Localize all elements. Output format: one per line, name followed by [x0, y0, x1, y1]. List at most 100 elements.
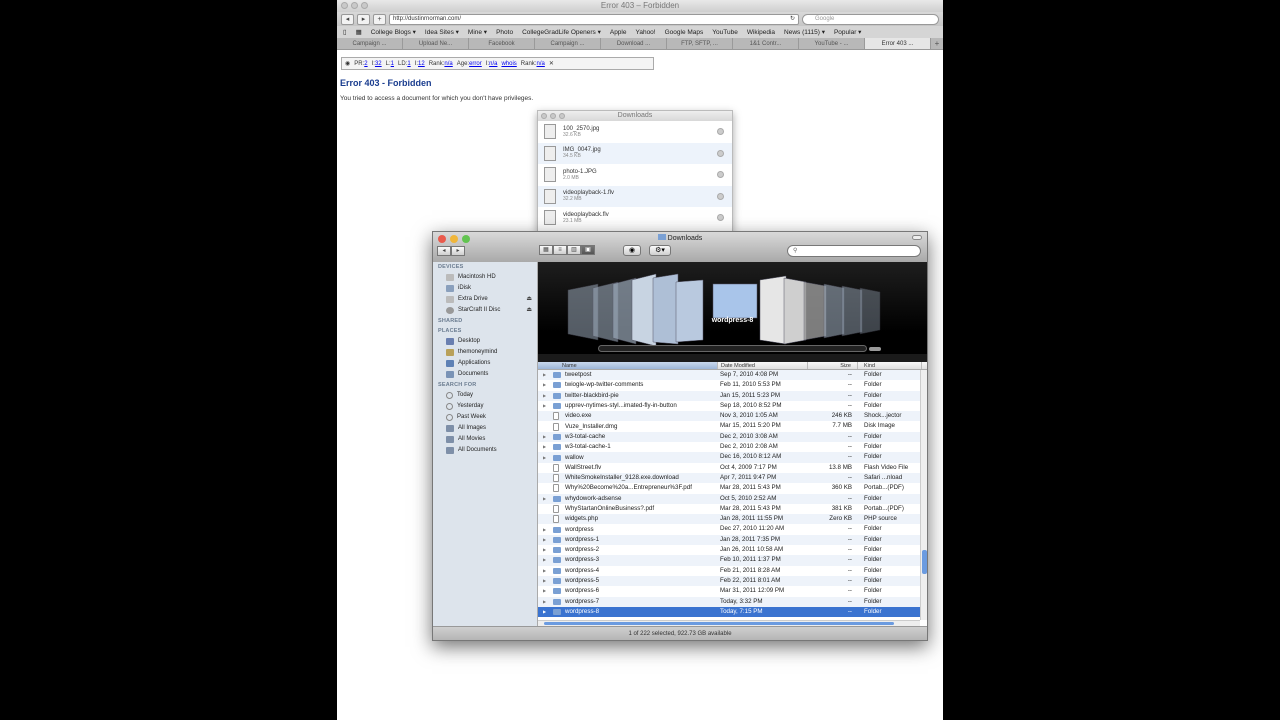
- minimize-icon[interactable]: [550, 113, 556, 119]
- bookmark-item[interactable]: Mine ▾: [468, 28, 487, 36]
- disclosure-triangle-icon[interactable]: ▶: [543, 370, 549, 380]
- sidebar-item[interactable]: Past Week: [433, 412, 537, 423]
- file-row[interactable]: ▶ wordpress-4 Feb 21, 2011 8:28 AM -- Folder: [538, 566, 927, 576]
- sidebar-item[interactable]: Macintosh HD: [433, 272, 537, 283]
- seo-metric-value[interactable]: 32: [375, 61, 382, 67]
- sidebar-item[interactable]: All Movies: [433, 434, 537, 445]
- sidebar-item[interactable]: Applications: [433, 358, 537, 369]
- seo-metric[interactable]: whois: [501, 61, 516, 67]
- file-row[interactable]: widgets.php Jan 28, 2011 11:55 PM Zero KB P…: [538, 514, 927, 525]
- seo-metric[interactable]: I:n/a: [486, 61, 498, 67]
- bookmark-item[interactable]: Wikipedia: [747, 29, 775, 36]
- disclosure-triangle-icon[interactable]: ▶: [543, 380, 549, 390]
- download-item[interactable]: videoplayback.flv 23.1 MB: [538, 207, 732, 229]
- bookmark-item[interactable]: Google Maps: [665, 29, 704, 36]
- forward-button[interactable]: ▸: [451, 246, 465, 256]
- file-row[interactable]: WallStreet.flv Oct 4, 2009 7:17 PM 13.8 MB…: [538, 463, 927, 473]
- file-row[interactable]: WhiteSmokeInstaller_9128.exe.download Apr…: [538, 472, 927, 484]
- reload-icon[interactable]: ↻: [790, 15, 795, 24]
- close-icon[interactable]: [541, 113, 547, 119]
- sidebar-item[interactable]: Today: [433, 390, 537, 401]
- disclosure-triangle-icon[interactable]: ▶: [543, 525, 549, 535]
- sidebar-item[interactable]: Desktop: [433, 336, 537, 347]
- download-item[interactable]: 100_2570.jpg 32.6 KB: [538, 121, 732, 143]
- file-row[interactable]: ▶ w3-total-cache-1 Dec 2, 2010 2:08 AM -- Fo…: [538, 442, 927, 452]
- bookmark-item[interactable]: Apple: [610, 29, 627, 36]
- browser-tab[interactable]: YouTube - ...: [799, 38, 865, 49]
- seo-metric[interactable]: Rank:n/a: [521, 61, 545, 67]
- disclosure-triangle-icon[interactable]: ▶: [543, 442, 549, 452]
- kind-column-header[interactable]: Kind: [858, 362, 922, 369]
- file-row[interactable]: ▶ twitter-blackbird-pie Jan 15, 2011 5:23 …: [538, 390, 927, 401]
- book-icon[interactable]: ▯: [343, 28, 347, 36]
- file-row[interactable]: ▶ wordpress-5 Feb 22, 2011 8:01 AM -- Folder: [538, 575, 927, 587]
- search-field[interactable]: Google: [802, 13, 939, 25]
- file-row[interactable]: ▶ wordpress-7 Today, 3:32 PM -- Folder: [538, 596, 927, 607]
- file-row[interactable]: Vuze_Installer.dmg Mar 15, 2011 5:20 PM 7.…: [538, 421, 927, 431]
- add-bookmark-button[interactable]: +: [373, 13, 386, 25]
- coverflow-scroll-thumb[interactable]: [869, 347, 881, 351]
- grid-icon[interactable]: ▦: [356, 28, 362, 36]
- disclosure-triangle-icon[interactable]: ▶: [543, 576, 549, 586]
- new-tab-button[interactable]: +: [931, 38, 943, 49]
- bookmark-item[interactable]: News (1115) ▾: [784, 28, 825, 36]
- disclosure-triangle-icon[interactable]: ▶: [543, 555, 549, 565]
- bookmark-item[interactable]: Popular ▾: [834, 28, 861, 36]
- coverflow-view[interactable]: wordpress-8: [538, 262, 927, 362]
- file-row[interactable]: ▶ whydowork-adsense Oct 5, 2010 2:52 AM -- F…: [538, 493, 927, 504]
- seo-metric[interactable]: I:32: [372, 61, 382, 67]
- seo-metric[interactable]: L:1: [386, 61, 394, 67]
- reveal-in-finder-icon[interactable]: [717, 214, 724, 221]
- seo-metric[interactable]: Rank:n/a: [429, 61, 453, 67]
- file-row[interactable]: ▶ wordpress-3 Feb 10, 2011 1:37 PM -- Folder: [538, 555, 927, 566]
- toolbar-toggle-button[interactable]: [912, 235, 922, 240]
- reveal-in-finder-icon[interactable]: [717, 149, 724, 157]
- sidebar-item[interactable]: themoneymind: [433, 347, 537, 358]
- bookmark-item[interactable]: Yahoo!: [635, 29, 655, 36]
- disclosure-triangle-icon[interactable]: ▶: [543, 597, 549, 607]
- sidebar-item[interactable]: Yesterday: [433, 401, 537, 412]
- file-row[interactable]: ▶ wordpress-1 Jan 28, 2011 7:35 PM -- Folder: [538, 534, 927, 546]
- seo-metric-value[interactable]: n/a: [444, 61, 452, 67]
- disclosure-triangle-icon[interactable]: ▶: [543, 607, 549, 617]
- close-icon[interactable]: [341, 2, 348, 9]
- size-column-header[interactable]: Size: [808, 362, 858, 369]
- seo-metric-value[interactable]: 2: [364, 61, 367, 67]
- reveal-in-finder-icon[interactable]: [717, 171, 724, 178]
- file-row[interactable]: ▶ wordpress-8 Today, 7:15 PM -- Folder: [538, 606, 927, 618]
- file-row[interactable]: ▶ wallow Dec 16, 2010 8:12 AM -- Folder: [538, 452, 927, 463]
- file-row[interactable]: Why%20Become%20a...Entrepreneur%3F.pdf Ma…: [538, 483, 927, 493]
- eject-icon[interactable]: ⏏: [526, 294, 532, 305]
- finder-search-input[interactable]: ⚲: [787, 245, 921, 257]
- sidebar-item[interactable]: Extra Drive ⏏: [433, 294, 537, 305]
- download-item[interactable]: videoplayback-1.flv 32.2 MB: [538, 185, 732, 207]
- forward-button[interactable]: ▸: [357, 13, 370, 25]
- file-row[interactable]: WhyStartanOnlineBusiness?.pdf Mar 28, 201…: [538, 504, 927, 514]
- coverflow-resize-handle[interactable]: [538, 354, 927, 362]
- sidebar-section-shared[interactable]: SHARED: [433, 316, 537, 326]
- close-icon[interactable]: ✕: [549, 60, 554, 67]
- browser-tab[interactable]: Upload Ne...: [403, 38, 469, 49]
- zoom-icon[interactable]: [361, 2, 368, 9]
- vertical-scrollbar[interactable]: [920, 370, 927, 620]
- horizontal-scroll-thumb[interactable]: [544, 622, 894, 625]
- minimize-icon[interactable]: [351, 2, 358, 9]
- download-item[interactable]: photo-1.JPG 2.0 MB: [538, 164, 732, 186]
- seo-metric[interactable]: PR:2: [354, 61, 367, 67]
- file-row[interactable]: ▶ tweetpost Sep 7, 2010 4:08 PM -- Folder: [538, 370, 927, 381]
- file-row[interactable]: ▶ w3-total-cache Dec 2, 2010 3:08 AM -- Fold…: [538, 431, 927, 443]
- bookmark-item[interactable]: Idea Sites ▾: [425, 28, 459, 36]
- column-view-button[interactable]: ▥: [567, 245, 581, 255]
- seo-metric-value[interactable]: whois: [501, 61, 516, 67]
- browser-tab[interactable]: Facebook: [469, 38, 535, 49]
- file-row[interactable]: ▶ upprev-nytimes-styl...imated-fly-in-but…: [538, 401, 927, 411]
- file-row[interactable]: ▶ twiogle-wp-twitter-comments Feb 11, 2010…: [538, 380, 927, 390]
- disclosure-triangle-icon[interactable]: ▶: [543, 494, 549, 504]
- disclosure-triangle-icon[interactable]: ▶: [543, 545, 549, 555]
- disclosure-triangle-icon[interactable]: ▶: [543, 566, 549, 576]
- vertical-scroll-thumb[interactable]: [922, 550, 927, 574]
- disclosure-triangle-icon[interactable]: ▶: [543, 453, 549, 463]
- seo-metric-value[interactable]: 12: [418, 61, 425, 67]
- seo-metric[interactable]: LD:1: [398, 61, 411, 67]
- sidebar-section-devices[interactable]: DEVICES: [433, 262, 537, 272]
